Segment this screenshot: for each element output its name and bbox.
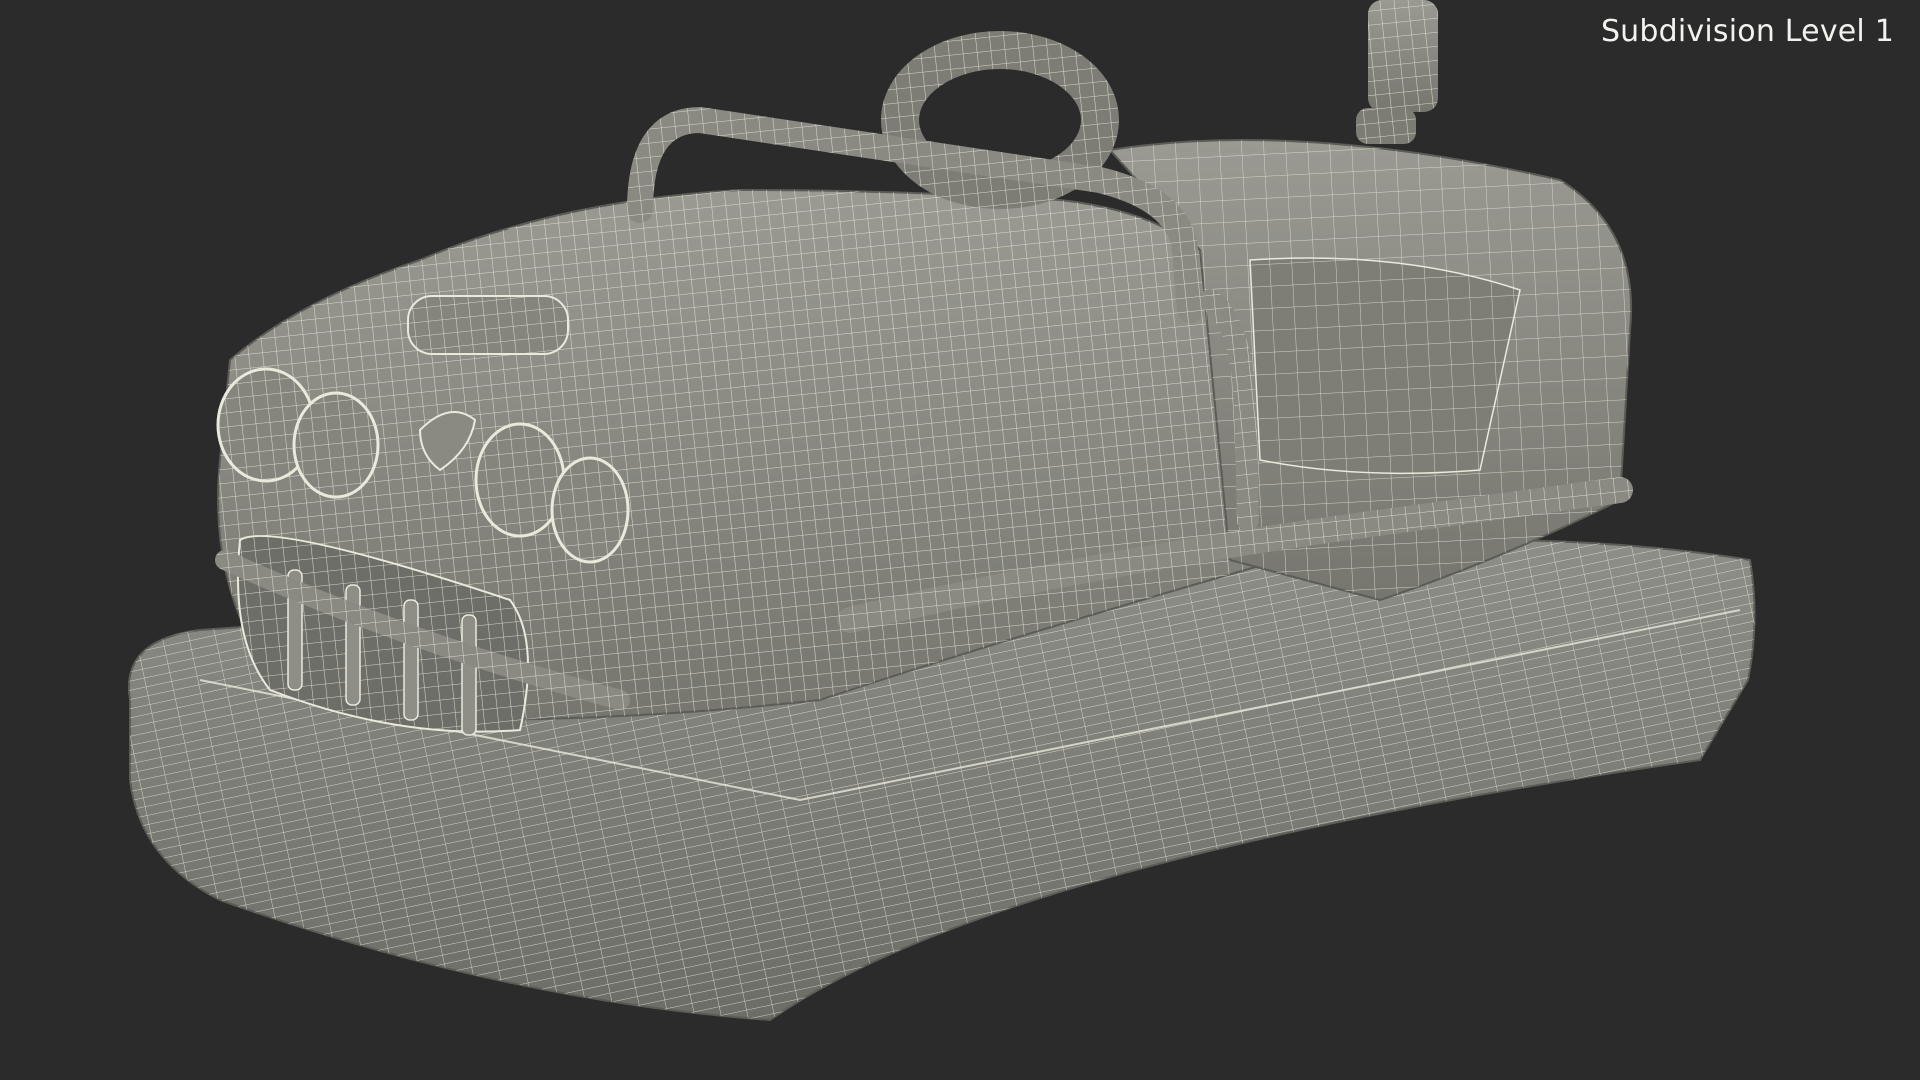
hood-scoop: [407, 295, 569, 355]
antenna-pole: [1356, 0, 1438, 144]
render-viewport: Subdivision Level 1: [0, 0, 1920, 1080]
subdivision-level-label: Subdivision Level 1: [1600, 14, 1894, 49]
bumper-car-wireframe-render: [127, 0, 1756, 1022]
